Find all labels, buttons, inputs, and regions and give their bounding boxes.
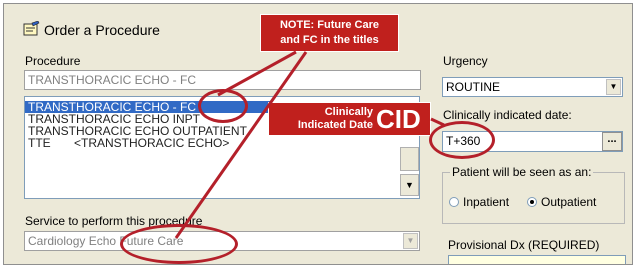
future-care-highlight-ring [120, 224, 238, 264]
annotation-lines [174, 50, 445, 239]
note-pointer-line-2 [217, 50, 297, 97]
cid-highlight-ring [429, 121, 495, 159]
fc-highlight-ring [198, 89, 248, 123]
note-pointer-line [174, 51, 308, 239]
